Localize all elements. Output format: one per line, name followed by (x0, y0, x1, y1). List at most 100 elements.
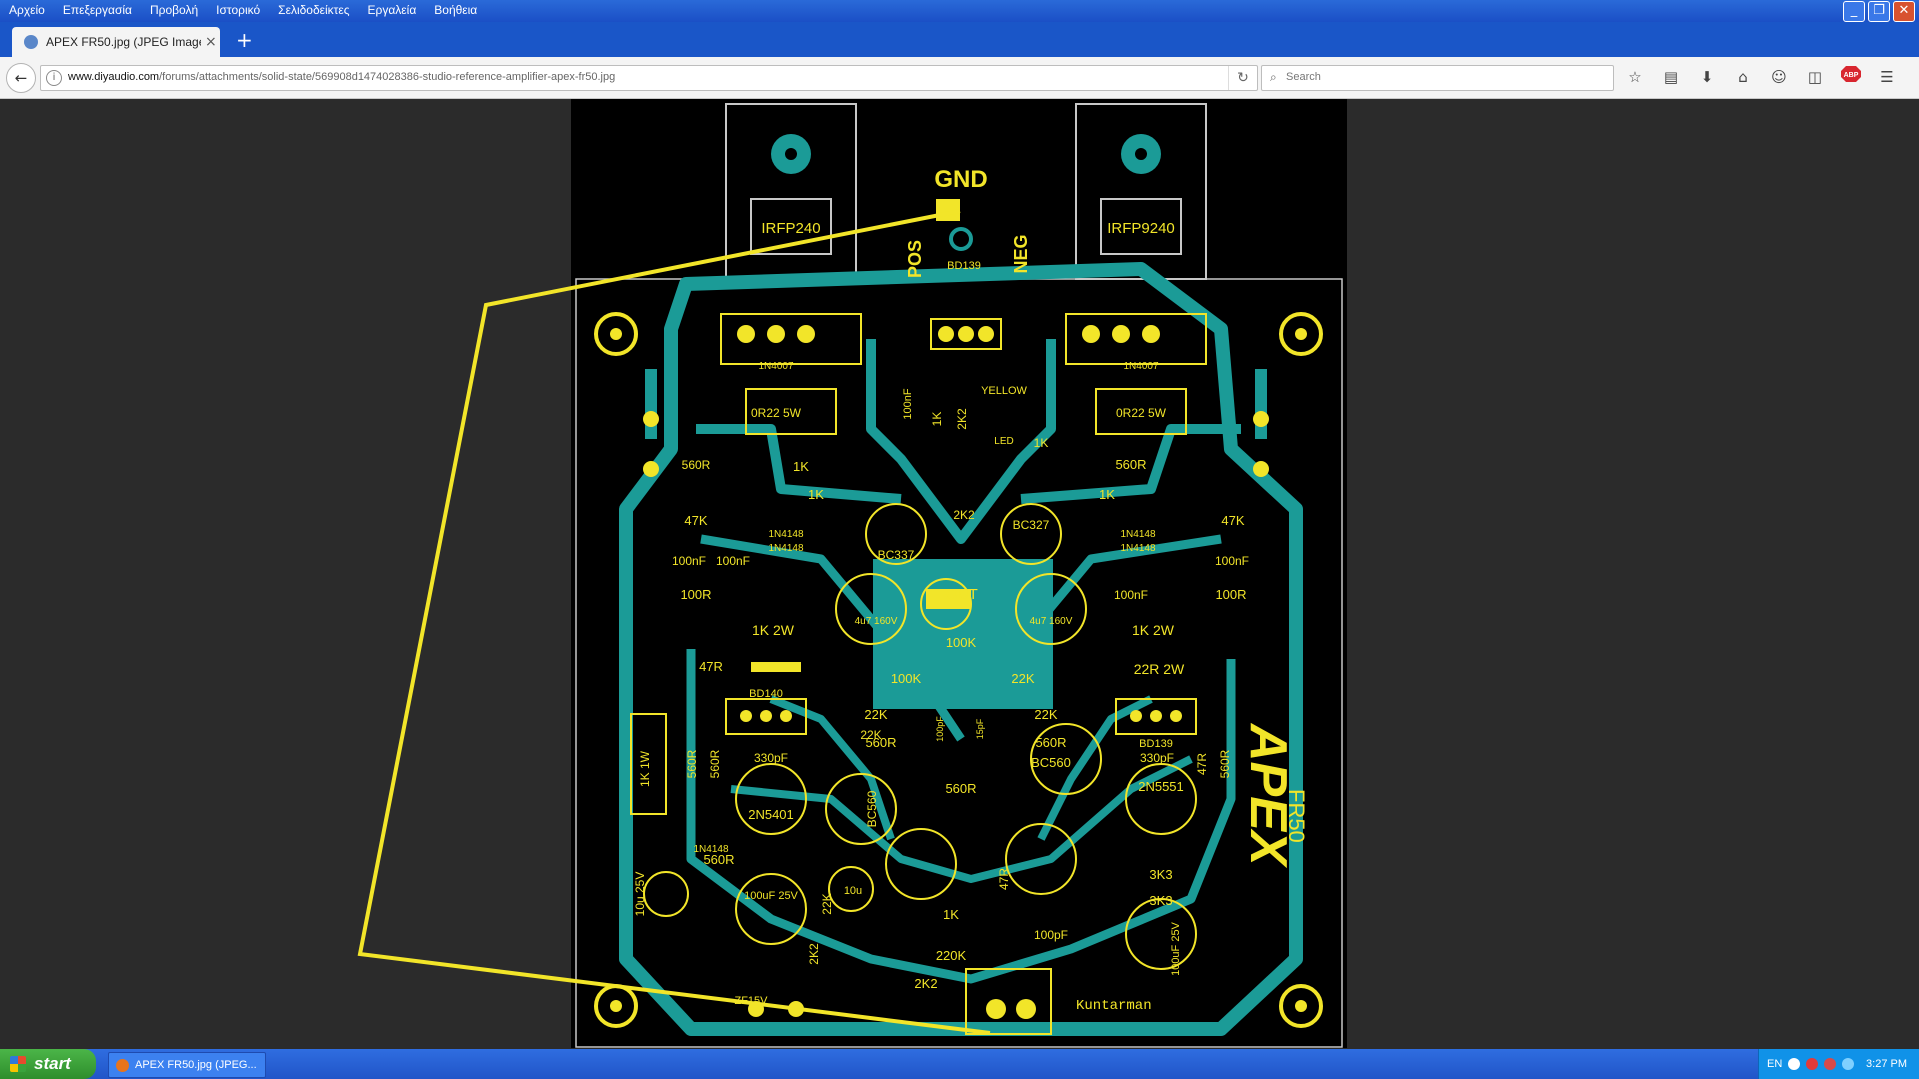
part-label: 0R22 5W (751, 406, 802, 420)
favicon-icon (24, 35, 38, 49)
part-label: 4u7 160V (1030, 616, 1073, 627)
menu-history[interactable]: Ιστορικό (207, 0, 269, 22)
part-label: 100uF 25V (1170, 921, 1182, 975)
home-icon[interactable]: ⌂ (1730, 65, 1756, 89)
menu-view[interactable]: Προβολή (141, 0, 207, 22)
part-label: 560R (708, 749, 722, 778)
windows-logo-icon (10, 1056, 26, 1072)
part-label: 100uF 25V (744, 890, 798, 902)
tab-close-icon[interactable]: × (205, 34, 217, 50)
search-bar[interactable]: ⌕ Search (1261, 65, 1614, 91)
adblock-icon[interactable]: ABP (1838, 65, 1864, 89)
task-label: APEX FR50.jpg (JPEG... (135, 1059, 257, 1071)
adblock-label: ABP (1844, 72, 1859, 79)
menu-tools[interactable]: Εργαλεία (359, 0, 426, 22)
menu-edit[interactable]: Επεξεργασία (54, 0, 141, 22)
part-label: BC337 (878, 548, 915, 562)
taskbar-firefox-item[interactable]: APEX FR50.jpg (JPEG... (108, 1052, 266, 1078)
part-label: 1N4148 (693, 844, 728, 855)
close-window-button[interactable]: ✕ (1893, 1, 1915, 22)
tab-strip: APEX FR50.jpg (JPEG Image, ... × + (0, 22, 1919, 57)
part-label: BC560 (1031, 755, 1071, 770)
reload-icon[interactable]: ↻ (1228, 66, 1257, 90)
menu-icon[interactable]: ☰ (1874, 65, 1900, 89)
part-label: 10u 25V (633, 872, 647, 917)
start-label: start (34, 1054, 71, 1073)
part-label: 47R (699, 659, 723, 674)
image-viewer: IRFP240 IRFP9240 GND POS NEG BD139 OUT 0… (0, 99, 1919, 1048)
part-label: 1K (808, 487, 824, 502)
part-label: 560R (945, 781, 976, 796)
download-icon[interactable]: ⬇ (1694, 65, 1720, 89)
part-label: 22K (820, 893, 834, 914)
part-label: 2K2 (807, 943, 821, 965)
part-label: 100K (946, 635, 977, 650)
minimize-button[interactable]: _ (1843, 1, 1865, 22)
part-label: BD139 (1139, 738, 1173, 750)
part-label: 560R (865, 735, 896, 750)
part-label: 100pF (935, 716, 945, 742)
reading-list-icon[interactable]: ▤ (1658, 65, 1684, 89)
star-icon[interactable]: ☆ (1622, 65, 1648, 89)
part-label: 100nF (1215, 554, 1249, 568)
part-label: 1K (793, 459, 809, 474)
url-host: www.diyaudio.com (68, 71, 160, 83)
part-label: 1N4148 (1120, 543, 1155, 554)
network-icon[interactable] (1842, 1058, 1855, 1070)
tab-apex-image[interactable]: APEX FR50.jpg (JPEG Image, ... × (12, 27, 220, 57)
author-label: Kuntarman (1076, 998, 1152, 1014)
chat-icon[interactable]: ☺ (1766, 65, 1792, 89)
part-label: YELLOW (981, 385, 1027, 397)
start-button[interactable]: start (0, 1049, 96, 1079)
toolbar-icons: ☆ ▤ ⬇ ⌂ ☺ ◫ ABP ☰ (1622, 65, 1900, 89)
part-label: 1K (1034, 436, 1049, 450)
antivirus-icon[interactable] (1824, 1058, 1837, 1070)
gnd-pad (936, 199, 960, 221)
part-label: 100nF (1114, 588, 1148, 602)
info-icon[interactable]: i (46, 70, 62, 86)
taskbar: start APEX FR50.jpg (JPEG... EN 3:27 PM (0, 1049, 1919, 1079)
tray-arrow-icon[interactable] (1788, 1058, 1801, 1070)
search-icon: ⌕ (1270, 70, 1277, 84)
part-label: 560R (685, 749, 699, 778)
part-label: 1K (1099, 487, 1115, 502)
menu-file[interactable]: Αρχείο (0, 0, 54, 22)
gnd-label: GND (934, 166, 987, 193)
part-label: 3K3 (1149, 867, 1172, 882)
part-label: 1N4148 (768, 543, 803, 554)
search-placeholder: Search (1286, 71, 1321, 83)
part-label: LED (994, 436, 1013, 447)
system-tray: EN 3:27 PM (1758, 1049, 1919, 1079)
part-label: 22K (864, 707, 887, 722)
pocket-icon[interactable]: ◫ (1802, 65, 1828, 89)
part-label: 560R (1035, 735, 1066, 750)
model-label: FR50 (1284, 789, 1309, 843)
new-tab-button[interactable]: + (236, 28, 253, 52)
back-button[interactable]: ← (6, 63, 36, 93)
part-label: 15pF (975, 718, 985, 739)
part-label: 10u (844, 885, 862, 897)
part-label: 0R22 5W (1116, 406, 1167, 420)
restore-button[interactable]: ❐ (1868, 1, 1890, 22)
url-text[interactable]: www.diyaudio.com/forums/attachments/soli… (68, 71, 615, 83)
part-label: 1K 1W (638, 750, 652, 787)
address-bar[interactable]: i www.diyaudio.com/forums/attachments/so… (40, 65, 1258, 91)
neg-label: NEG (1011, 234, 1031, 273)
firefox-icon (116, 1058, 129, 1072)
bd139-top-label: BD139 (947, 260, 981, 272)
part-label: 560R (1218, 749, 1232, 778)
part-label: 330pF (754, 751, 788, 765)
part-label: 560R (682, 458, 711, 472)
part-label: 220K (936, 948, 967, 963)
window-controls: _ ❐ ✕ (1843, 1, 1915, 22)
language-indicator[interactable]: EN (1767, 1058, 1782, 1070)
part-label: BD140 (749, 688, 783, 700)
menu-help[interactable]: Βοήθεια (425, 0, 486, 22)
part-label: 100nF (672, 554, 706, 568)
clock[interactable]: 3:27 PM (1866, 1058, 1907, 1070)
menu-bookmarks[interactable]: Σελιδοδείκτες (269, 0, 358, 22)
part-label: 1K 2W (752, 622, 795, 638)
right-mosfet-label: IRFP9240 (1107, 220, 1175, 237)
tab-title: APEX FR50.jpg (JPEG Image, ... (46, 35, 201, 49)
security-icon[interactable] (1806, 1058, 1819, 1070)
